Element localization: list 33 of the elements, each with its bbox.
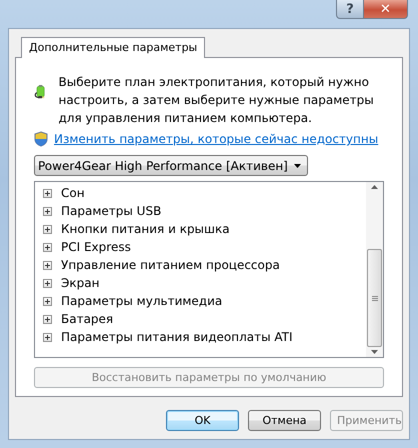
admin-link[interactable]: Изменить параметры, которые сейчас недоступны xyxy=(54,132,378,146)
tree-item[interactable]: Параметры USB xyxy=(61,204,162,218)
expand-icon[interactable] xyxy=(43,188,52,198)
expand-icon[interactable] xyxy=(43,296,52,306)
tree-item[interactable]: Кнопки питания и крышка xyxy=(61,222,230,236)
shield-icon xyxy=(34,131,48,147)
tree-item[interactable]: Управление питанием процессора xyxy=(61,258,280,272)
close-button[interactable]: ✕ xyxy=(364,0,408,19)
tree-item[interactable]: Параметры мультимедиа xyxy=(61,294,222,308)
expand-icon[interactable] xyxy=(43,260,52,270)
plan-dropdown[interactable]: Power4Gear High Performance [Активен] xyxy=(34,155,308,176)
expand-icon[interactable] xyxy=(43,242,52,252)
expand-icon[interactable] xyxy=(43,224,52,234)
tree-item[interactable]: Экран xyxy=(61,276,100,290)
expand-icon[interactable] xyxy=(43,332,52,342)
expand-icon[interactable] xyxy=(43,314,52,324)
description-text: Выберите план электропитания, который нужно настроить, а затем выберите нужные параметры для управления питанием компьютера. xyxy=(58,74,375,127)
expand-icon[interactable] xyxy=(43,206,52,216)
tab[interactable]: Дополнительные параметры xyxy=(21,37,206,58)
scroll-thumb[interactable] xyxy=(367,249,382,347)
expand-icon[interactable] xyxy=(43,278,52,288)
tree-item[interactable]: Параметры питания видеоплаты ATI xyxy=(61,330,293,344)
grip-icon xyxy=(372,296,378,300)
help-button[interactable]: ? xyxy=(336,0,364,19)
scroll-up-icon[interactable] xyxy=(371,185,378,189)
ok-button[interactable]: OK xyxy=(166,410,239,431)
tree-item[interactable]: Батарея xyxy=(61,312,114,326)
dropdown-arrow-icon xyxy=(294,164,301,168)
tree-item[interactable]: Сон xyxy=(61,186,85,200)
scroll-down-icon[interactable] xyxy=(371,350,378,354)
tree-item[interactable]: PCI Express xyxy=(61,240,131,254)
scrollbar[interactable] xyxy=(366,182,383,357)
dialog-button[interactable]: Отмена xyxy=(248,410,321,431)
